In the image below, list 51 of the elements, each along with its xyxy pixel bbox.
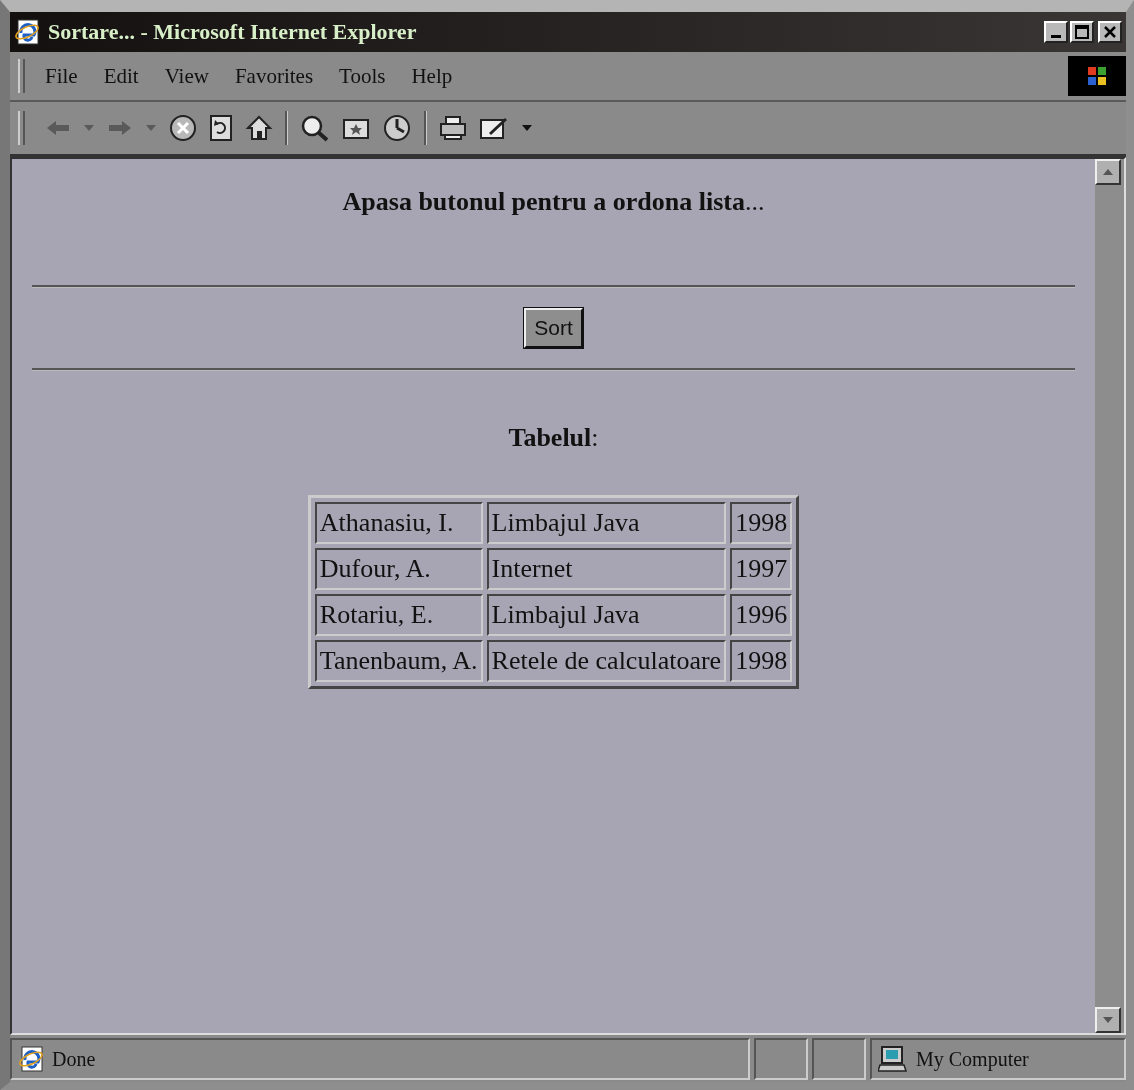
close-icon [1103, 25, 1117, 39]
menu-item[interactable]: Edit [103, 63, 139, 89]
table-cell: 1997 [730, 548, 793, 590]
sort-button[interactable]: Sort [524, 308, 583, 348]
printer-icon[interactable] [439, 115, 467, 141]
ie-icon [14, 19, 40, 45]
down-arrow-icon [1102, 1016, 1114, 1024]
up-arrow-icon [1102, 168, 1114, 176]
minimize-icon [1051, 34, 1061, 38]
computer-icon [878, 1045, 908, 1073]
menu-item[interactable]: File [45, 63, 78, 89]
table-cell: 1998 [730, 502, 793, 544]
table-caption: Tabelul: [508, 423, 599, 453]
table-cell: 1998 [730, 640, 793, 682]
page-heading: Apasa butonul pentru a ordona lista... [342, 187, 765, 218]
stop-icon[interactable] [169, 114, 197, 142]
toolbar-grip[interactable] [18, 59, 25, 93]
clock-globe-icon[interactable] [382, 114, 412, 142]
table-cell: Dufour, A. [314, 548, 483, 590]
minimize-button[interactable] [1044, 21, 1068, 43]
table-cell: Retele de calculatoare [486, 640, 727, 682]
scrollbar[interactable] [1095, 159, 1124, 1033]
scroll-down-button[interactable] [1095, 1007, 1121, 1033]
window-title: Sortare... - Microsoft Internet Explorer [48, 19, 418, 45]
home-icon[interactable] [245, 114, 273, 142]
menu-item[interactable]: Help [411, 63, 453, 89]
ie-icon [18, 1046, 44, 1072]
zone-text: My Computer [916, 1047, 1029, 1071]
table-cell: Limbajul Java [486, 502, 727, 544]
status-pane [754, 1038, 808, 1080]
menu-item[interactable]: Favorites [234, 63, 314, 89]
search-icon[interactable] [300, 114, 330, 142]
table-cell: Tanenbaum, A. [314, 640, 483, 682]
table-cell: Internet [486, 548, 727, 590]
maximize-button[interactable] [1070, 21, 1094, 43]
menu-item[interactable]: Tools [339, 63, 386, 89]
table-cell: 1996 [730, 594, 793, 636]
table-cell: Athanasiu, I. [314, 502, 483, 544]
maximize-icon [1075, 25, 1089, 39]
close-button[interactable] [1098, 21, 1122, 43]
menu-item[interactable]: View [164, 63, 209, 89]
table-cell: Limbajul Java [486, 594, 727, 636]
refresh-icon[interactable] [209, 114, 233, 142]
scroll-up-button[interactable] [1095, 159, 1121, 185]
status-text: Done [52, 1047, 96, 1071]
status-pane [812, 1038, 866, 1080]
edit-icon[interactable] [479, 115, 509, 141]
table-cell: Rotariu, E. [314, 594, 483, 636]
toolbar-grip[interactable] [18, 111, 25, 145]
caret-icon[interactable] [521, 124, 533, 132]
windows-logo-icon [1068, 56, 1126, 96]
